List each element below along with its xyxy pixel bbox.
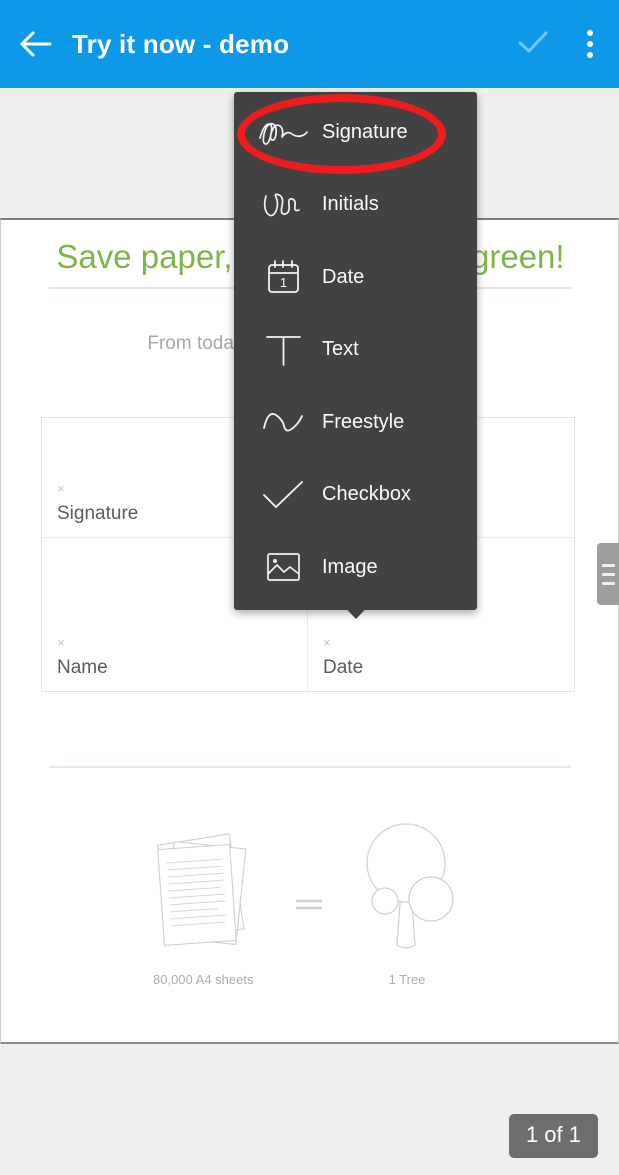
initials-icon	[254, 182, 312, 228]
menu-item-label: Checkbox	[322, 483, 411, 506]
equals-sign	[293, 895, 325, 918]
more-vertical-icon-dot-2	[587, 41, 593, 47]
app-screen: Try it now - demo Save paper, Save trees…	[0, 0, 619, 1175]
menu-item-date[interactable]: 1 Date	[234, 241, 477, 314]
menu-item-label: Text	[322, 338, 359, 361]
eco-illustration: 80,000 A4 sheets 1 Tree	[1, 815, 618, 1005]
calendar-icon: 1	[254, 254, 312, 300]
sheets-caption: 80,000 A4 sheets	[153, 972, 254, 987]
menu-item-text[interactable]: Text	[234, 314, 477, 387]
scroll-handle-icon-line-1	[601, 563, 615, 567]
back-button[interactable]	[0, 0, 72, 88]
field-label-name: Name	[57, 657, 108, 678]
paper-stack-icon	[149, 825, 257, 965]
page-indicator-badge: 1 of 1	[508, 1114, 598, 1158]
svg-text:1: 1	[280, 275, 287, 290]
menu-item-checkbox[interactable]: Checkbox	[234, 459, 477, 532]
app-bar: Try it now - demo	[0, 0, 619, 88]
arrow-back-icon	[19, 30, 53, 58]
menu-item-label: Image	[322, 555, 378, 578]
field-remove-icon[interactable]: ×	[57, 636, 65, 649]
checkbox-icon	[254, 472, 312, 518]
freestyle-icon	[254, 399, 312, 445]
signature-icon	[254, 109, 312, 155]
overflow-menu-button[interactable]	[561, 0, 619, 88]
menu-item-initials[interactable]: Initials	[234, 169, 477, 242]
confirm-button[interactable]	[505, 0, 561, 88]
scroll-handle[interactable]	[597, 543, 619, 605]
field-label-date: Date	[323, 657, 364, 678]
scroll-handle-icon-line-3	[601, 581, 615, 585]
more-vertical-icon-dot-1	[587, 30, 593, 36]
menu-item-signature[interactable]: Signature	[234, 96, 477, 169]
text-icon	[254, 327, 312, 373]
menu-item-freestyle[interactable]: Freestyle	[234, 386, 477, 459]
document-divider	[49, 766, 571, 768]
menu-item-label: Freestyle	[322, 410, 405, 433]
check-icon	[516, 28, 550, 61]
scroll-handle-icon-line-2	[601, 572, 615, 576]
page-title: Try it now - demo	[72, 28, 290, 59]
menu-pointer-arrow	[335, 597, 377, 619]
menu-item-image[interactable]: Image	[234, 531, 477, 604]
image-icon	[254, 544, 312, 590]
tree-icon	[359, 817, 455, 972]
field-remove-icon[interactable]: ×	[57, 482, 65, 495]
field-type-menu: Signature Initials 1 Date Text Freestyle…	[234, 92, 477, 610]
menu-item-label: Signature	[322, 120, 408, 143]
menu-item-label: Date	[322, 265, 365, 288]
more-vertical-icon-dot-3	[587, 52, 593, 58]
menu-item-label: Initials	[322, 193, 379, 216]
tree-caption: 1 Tree	[388, 972, 426, 987]
field-remove-icon[interactable]: ×	[323, 636, 331, 649]
field-label-signature: Signature	[57, 503, 139, 524]
